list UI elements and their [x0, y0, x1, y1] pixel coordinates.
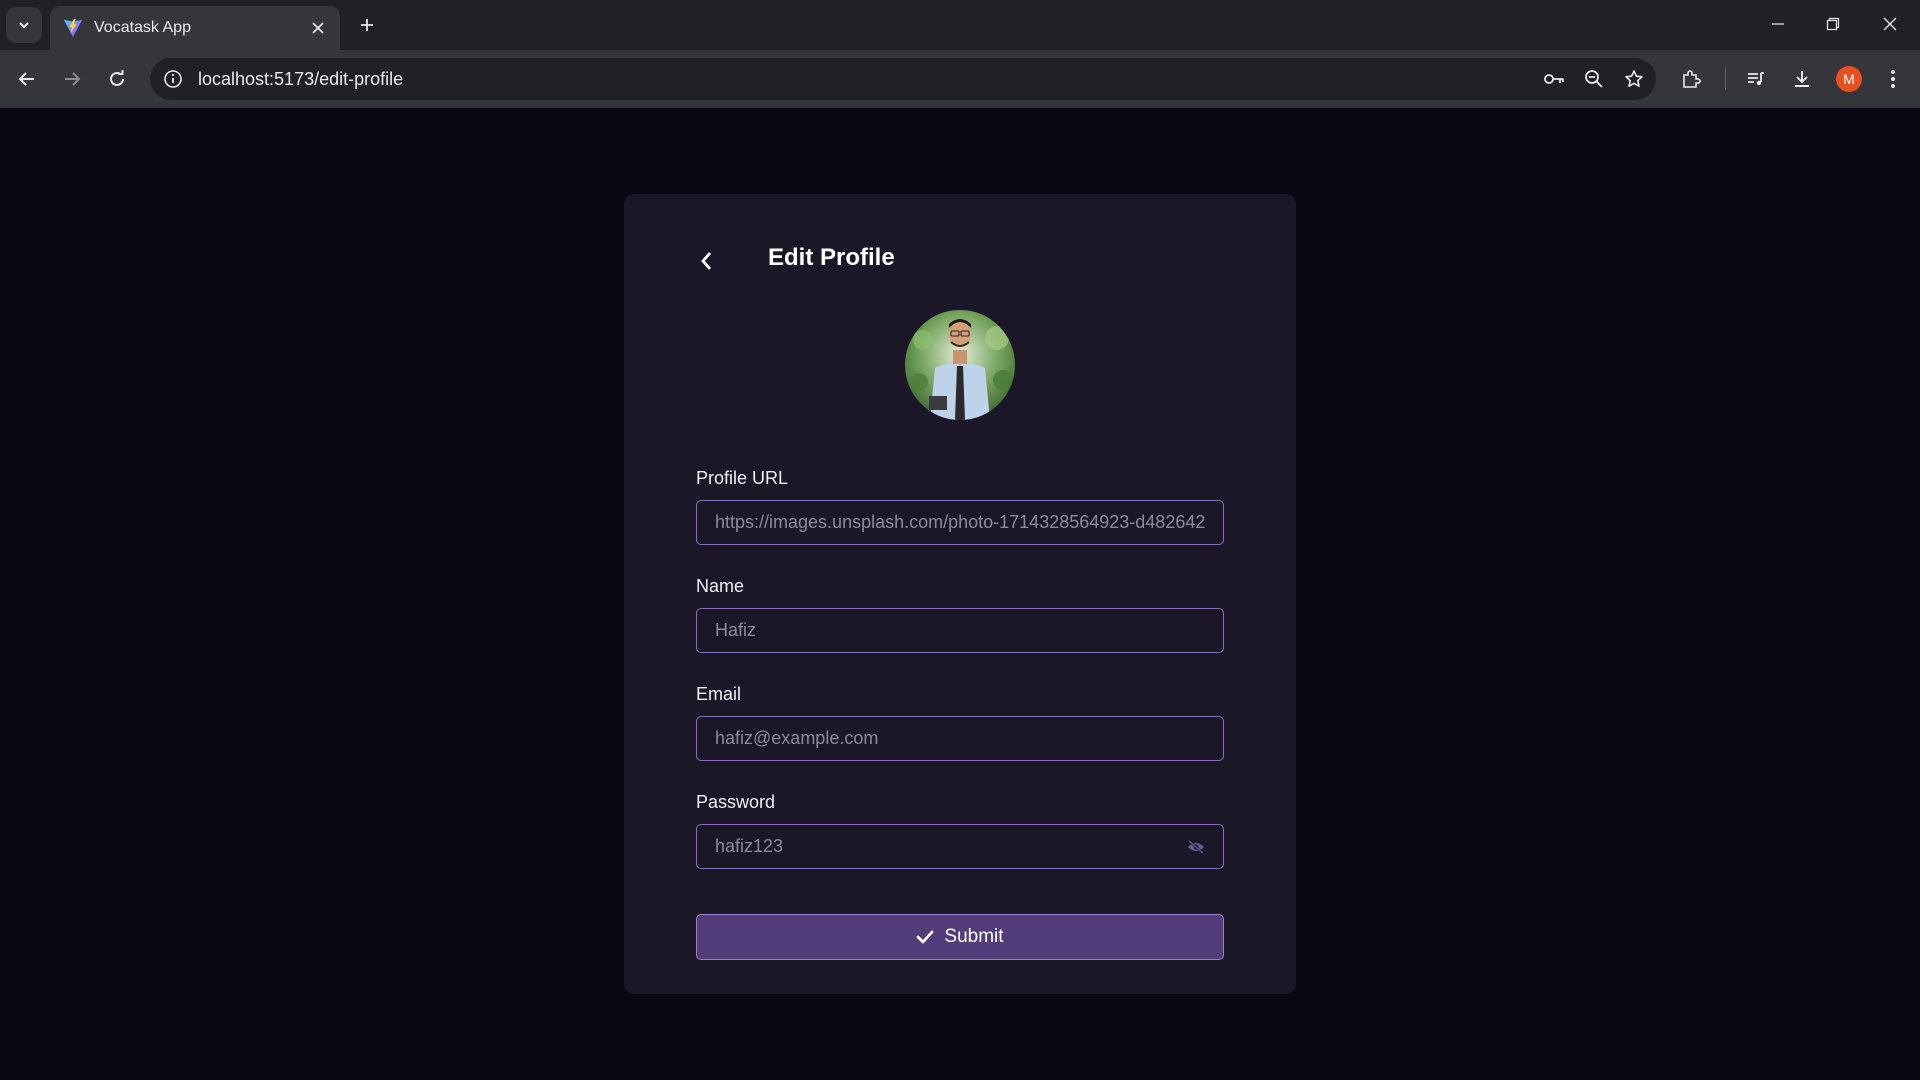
toolbar-divider	[1725, 68, 1726, 90]
url-text: localhost:5173/edit-profile	[198, 68, 404, 89]
profile-url-input[interactable]	[697, 501, 1223, 544]
password-manager-button[interactable]	[1536, 61, 1572, 97]
key-icon	[1544, 74, 1564, 84]
password-input[interactable]	[697, 825, 1223, 868]
site-info-button[interactable]	[158, 64, 188, 94]
browser-toolbar: localhost:5173/edit-profile M	[0, 50, 1920, 108]
puzzle-icon	[1683, 70, 1701, 88]
password-field	[696, 824, 1224, 869]
email-input[interactable]	[697, 717, 1223, 760]
tab-search-button[interactable]	[6, 7, 42, 43]
arrow-left-icon	[18, 72, 34, 86]
submit-button[interactable]: Submit	[696, 914, 1224, 960]
zoom-button[interactable]	[1576, 61, 1612, 97]
chevron-down-icon	[19, 22, 29, 29]
name-label: Name	[696, 576, 745, 596]
bookmark-button[interactable]	[1616, 61, 1652, 97]
back-nav-button[interactable]	[9, 61, 45, 97]
vite-logo-icon	[63, 18, 83, 38]
plus-icon	[361, 19, 373, 31]
address-bar[interactable]: localhost:5173/edit-profile	[150, 58, 1656, 100]
check-icon	[916, 929, 934, 945]
zoom-out-icon	[1585, 70, 1603, 88]
info-icon	[164, 70, 182, 88]
minimize-icon	[1772, 23, 1784, 25]
browser-menu-button[interactable]	[1875, 61, 1911, 97]
forward-nav-button[interactable]	[54, 61, 90, 97]
chevron-left-icon	[701, 252, 712, 270]
browser-tabstrip: Vocatask App	[0, 0, 1920, 50]
extensions-button[interactable]	[1673, 61, 1709, 97]
back-button[interactable]	[676, 238, 736, 284]
close-tab-button[interactable]	[304, 14, 332, 42]
restore-button[interactable]	[1813, 6, 1853, 42]
minimize-button[interactable]	[1758, 6, 1798, 42]
close-icon	[1883, 17, 1897, 31]
media-controls-button[interactable]	[1738, 61, 1774, 97]
reload-button[interactable]	[99, 61, 135, 97]
name-field	[696, 608, 1224, 653]
profile-url-field	[696, 500, 1224, 545]
reload-icon	[110, 70, 124, 86]
star-icon	[1625, 70, 1643, 87]
downloads-button[interactable]	[1784, 61, 1820, 97]
restore-icon	[1826, 17, 1840, 31]
email-field	[696, 716, 1224, 761]
profile-url-label: Profile URL	[696, 468, 789, 488]
browser-profile-avatar[interactable]: M	[1836, 66, 1862, 92]
password-label: Password	[696, 792, 776, 812]
queue-music-icon	[1748, 72, 1764, 86]
arrow-right-icon	[65, 72, 81, 86]
more-vert-icon	[1891, 70, 1895, 88]
submit-label: Submit	[944, 926, 1004, 947]
tab-title: Vocatask App	[94, 19, 191, 36]
edit-profile-card: Edit Profile Profile URL Name	[624, 194, 1296, 994]
profile-avatar	[905, 310, 1015, 420]
toggle-password-visibility-button[interactable]	[1185, 836, 1207, 858]
eye-slash-icon	[1188, 840, 1204, 854]
name-input[interactable]	[697, 609, 1223, 652]
profile-photo	[905, 310, 1015, 420]
close-window-button[interactable]	[1870, 6, 1910, 42]
new-tab-button[interactable]	[352, 10, 382, 40]
email-label: Email	[696, 684, 742, 704]
page-title: Edit Profile	[768, 244, 895, 271]
download-icon	[1795, 71, 1809, 87]
browser-tab[interactable]: Vocatask App	[50, 6, 340, 50]
close-icon	[312, 22, 324, 34]
